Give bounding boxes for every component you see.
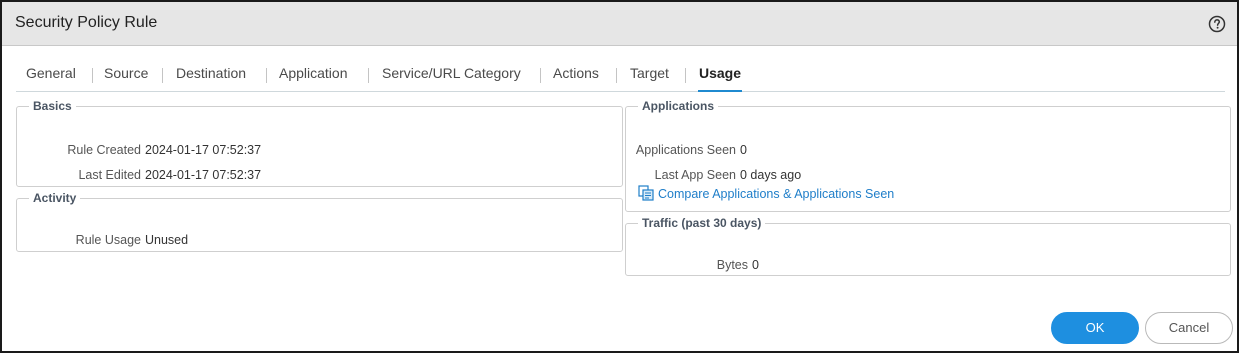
compare-applications-link[interactable]: Compare Applications & Applications Seen — [638, 185, 894, 201]
ok-button[interactable]: OK — [1051, 312, 1139, 344]
rule-created-row: Rule Created 2024-01-17 07:52:37 — [17, 143, 261, 157]
dialog-title: Security Policy Rule — [15, 14, 158, 31]
question-circle-icon[interactable] — [1208, 15, 1226, 33]
tab-divider — [540, 68, 541, 83]
dialog-titlebar: Security Policy Rule — [2, 2, 1237, 46]
tab-divider — [266, 68, 267, 83]
tab-service-url-category[interactable]: Service/URL Category — [382, 65, 521, 92]
basics-section: Basics Rule Created 2024-01-17 07:52:37 L… — [16, 99, 623, 187]
last-app-seen-label: Last App Seen — [654, 168, 736, 182]
applications-seen-row: Applications Seen 0 — [626, 143, 747, 157]
tab-divider — [92, 68, 93, 83]
tab-divider — [368, 68, 369, 83]
tab-divider — [162, 68, 163, 83]
rule-usage-value: Unused — [145, 233, 189, 247]
last-edited-label: Last Edited — [78, 168, 141, 182]
last-edited-row: Last Edited 2024-01-17 07:52:37 — [17, 168, 261, 182]
last-edited-value: 2024-01-17 07:52:37 — [145, 168, 262, 182]
applications-seen-value: 0 — [740, 143, 747, 157]
applications-legend: Applications — [642, 99, 715, 113]
compare-applications-link-text[interactable]: Compare Applications & Applications Seen — [658, 187, 894, 201]
traffic-legend: Traffic (past 30 days) — [642, 216, 762, 230]
cancel-button[interactable]: Cancel — [1145, 312, 1233, 344]
last-app-seen-row: Last App Seen 0 days ago — [626, 168, 802, 182]
tab-actions[interactable]: Actions — [553, 65, 599, 92]
rule-usage-row: Rule Usage Unused — [17, 233, 188, 247]
tab-divider — [616, 68, 617, 83]
last-app-seen-value: 0 days ago — [740, 168, 802, 182]
rule-created-value: 2024-01-17 07:52:37 — [145, 143, 262, 157]
tab-target[interactable]: Target — [630, 65, 669, 92]
tab-usage[interactable]: Usage — [698, 65, 743, 92]
tab-divider — [685, 68, 686, 83]
tab-source[interactable]: Source — [104, 65, 148, 92]
bytes-value: 0 — [752, 258, 759, 272]
tab-application[interactable]: Application — [279, 65, 348, 92]
tab-bar: General Source Destination Application S… — [16, 62, 1225, 92]
tab-general[interactable]: General — [26, 65, 76, 92]
applications-section: Applications Applications Seen 0 Last App… — [625, 99, 1231, 212]
basics-legend: Basics — [33, 99, 72, 113]
compare-copy-icon — [638, 185, 654, 201]
tab-destination[interactable]: Destination — [176, 65, 246, 92]
activity-legend: Activity — [33, 191, 77, 205]
security-policy-rule-dialog: Security Policy Rule General Source Dest… — [0, 0, 1239, 353]
traffic-section: Traffic (past 30 days) Bytes 0 — [625, 216, 1231, 276]
applications-seen-label: Applications Seen — [635, 143, 736, 157]
rule-created-label: Rule Created — [67, 143, 141, 157]
activity-section: Activity Rule Usage Unused — [16, 191, 623, 252]
bytes-label: Bytes — [716, 258, 748, 272]
bytes-row: Bytes 0 — [626, 258, 759, 272]
rule-usage-label: Rule Usage — [75, 233, 141, 247]
